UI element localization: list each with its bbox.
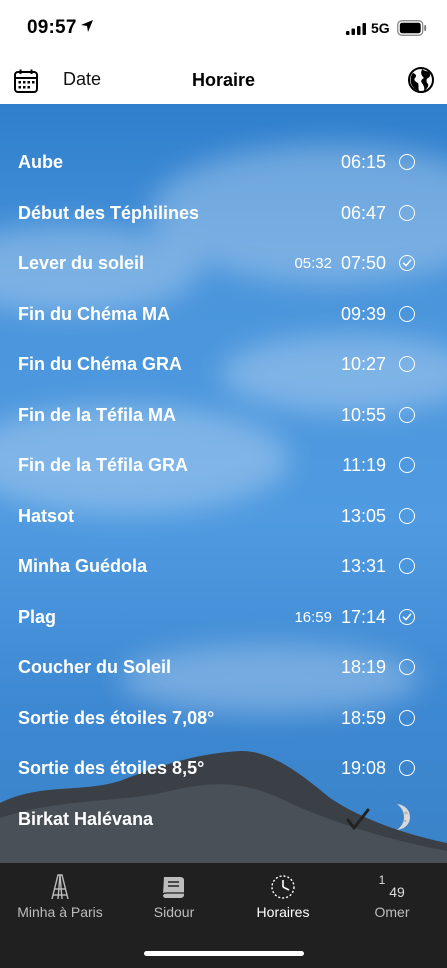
eiffel-tower-icon [51, 874, 69, 900]
row-time: 17:14 [340, 606, 386, 627]
network-type: 5G [371, 20, 390, 36]
times-list-background: Aube 06:15 Début des Téphilines 06:47 Lever … [0, 104, 447, 863]
tab-omer[interactable]: 1 49 Omer [336, 863, 447, 933]
omer-day: 49 [389, 884, 405, 900]
list-item[interactable]: Sortie des étoiles 8,5° 19:08 [0, 744, 447, 794]
row-label: Fin du Chéma MA [18, 303, 170, 324]
tab-bar: Minha à Paris Sidour Horaires 1 49 Omer [0, 863, 447, 968]
location-arrow-icon [81, 20, 93, 32]
empty-circle-icon[interactable] [399, 760, 415, 776]
row-time: 06:47 [340, 202, 386, 223]
row-time: 18:19 [340, 657, 386, 677]
signal-icon [346, 23, 366, 35]
list-item-birkat[interactable]: Birkat Halévana [0, 795, 447, 845]
list-item[interactable]: Lever du soleil 05:32 07:50 [0, 239, 447, 289]
row-label: Coucher du Soleil [18, 657, 172, 677]
nav-bar: Date Horaire [0, 56, 447, 104]
row-label: Hatsot [18, 505, 75, 526]
row-time: 13:05 [340, 505, 386, 526]
tab-sidour[interactable]: Sidour [118, 863, 230, 933]
list-item[interactable]: Fin du Chéma MA 09:39 [0, 290, 447, 340]
row-time: 19:08 [340, 758, 386, 778]
row-time: 10:27 [340, 354, 386, 374]
list-item[interactable]: Fin du Chéma GRA 10:27 [0, 340, 447, 390]
empty-circle-icon[interactable] [399, 406, 415, 423]
row-time: 18:59 [340, 707, 386, 728]
tab-label: Omer [374, 904, 410, 920]
list-item[interactable]: Fin de la Téfila GRA 11:19 [0, 441, 447, 491]
status-bar: 09:57 5G [0, 0, 447, 56]
book-icon [162, 877, 184, 898]
empty-circle-icon[interactable] [399, 154, 415, 170]
tab-label: Sidour [153, 904, 195, 920]
empty-circle-icon[interactable] [399, 507, 415, 524]
moon-icon [397, 804, 410, 830]
row-time: 13:31 [340, 556, 386, 576]
list-item[interactable]: Minha Guédola 13:31 [0, 542, 447, 592]
row-time: 11:19 [342, 455, 386, 475]
tab-horaires[interactable]: Horaires [227, 863, 339, 933]
row-time: 10:55 [340, 404, 386, 425]
row-time: 06:15 [340, 152, 386, 172]
list-item[interactable]: Fin de la Téfila MA 10:55 [0, 391, 447, 441]
list-item[interactable]: Coucher du Soleil 18:19 [0, 643, 447, 693]
list-item[interactable]: Plag 16:59 17:14 [0, 593, 447, 643]
empty-circle-icon[interactable] [399, 457, 415, 473]
page-title: Horaire [191, 70, 256, 90]
status-time: 09:57 [27, 17, 77, 38]
list-item[interactable]: Début des Téphilines 06:47 [0, 189, 447, 239]
birkat-label: Birkat Halévana [18, 809, 154, 829]
checked-circle-icon[interactable] [399, 608, 415, 625]
row-time: 07:50 [340, 253, 386, 273]
row-label: Sortie des étoiles 7,08° [18, 707, 215, 728]
checkmark-icon [346, 808, 370, 830]
tab-label: Horaires [256, 904, 310, 920]
row-label: Lever du soleil [18, 253, 145, 273]
battery-icon [397, 20, 427, 36]
row-label: Plag [18, 606, 57, 627]
list-item[interactable]: Aube 06:15 [0, 138, 447, 188]
row-label: Sortie des étoiles 8,5° [18, 758, 205, 778]
tab-label: Minha à Paris [17, 904, 103, 920]
list-item[interactable]: Sortie des étoiles 7,08° 18:59 [0, 694, 447, 744]
row-time: 09:39 [340, 303, 386, 324]
empty-circle-icon[interactable] [399, 204, 415, 221]
empty-circle-icon[interactable] [399, 356, 415, 372]
row-alt-time: 16:59 [294, 608, 332, 626]
globe-icon[interactable] [407, 66, 435, 94]
home-indicator [144, 951, 304, 956]
empty-circle-icon[interactable] [399, 558, 415, 574]
row-label: Minha Guédola [18, 556, 148, 576]
row-label: Début des Téphilines [18, 202, 200, 223]
row-alt-time: 05:32 [294, 255, 332, 272]
checked-circle-icon[interactable] [399, 255, 415, 271]
clock-icon [271, 875, 295, 899]
row-label: Aube [18, 152, 63, 172]
empty-circle-icon[interactable] [399, 305, 415, 322]
tab-minha-paris[interactable]: Minha à Paris [4, 863, 116, 933]
empty-circle-icon[interactable] [399, 659, 415, 675]
empty-circle-icon[interactable] [399, 709, 415, 726]
row-label: Fin du Chéma GRA [18, 354, 183, 374]
list-item[interactable]: Hatsot 13:05 [0, 492, 447, 542]
row-label: Fin de la Téfila GRA [18, 455, 189, 475]
row-label: Fin de la Téfila MA [18, 404, 177, 425]
